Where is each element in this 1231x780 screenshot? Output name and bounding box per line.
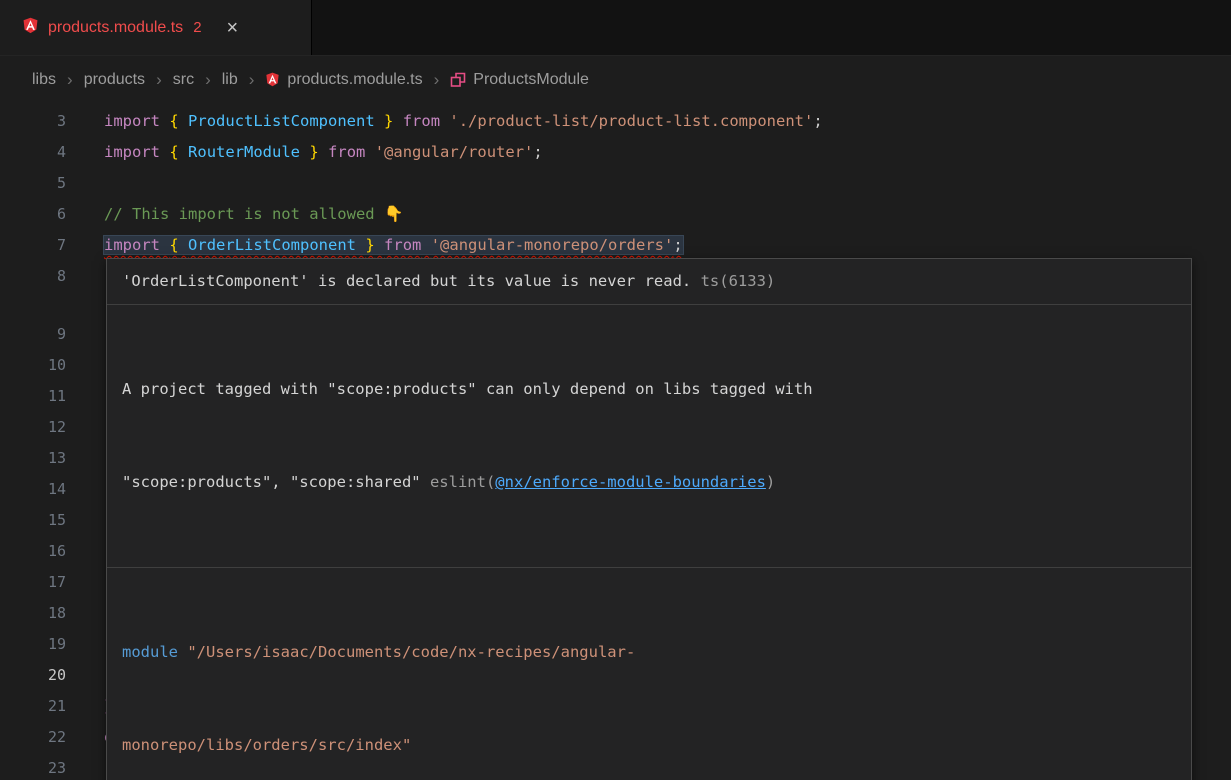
breadcrumb-item-lib[interactable]: lib bbox=[222, 71, 238, 89]
breadcrumb-label: products.module.ts bbox=[287, 71, 422, 89]
module-path-line2: monorepo/libs/orders/src/index" bbox=[122, 730, 1176, 761]
angular-icon bbox=[265, 72, 280, 87]
breadcrumb-separator: › bbox=[156, 70, 162, 90]
line-number-9[interactable]: 9 bbox=[0, 319, 66, 350]
eslint-rule-link[interactable]: @nx/enforce-module-boundaries bbox=[495, 473, 766, 491]
module-path-line1: module "/Users/isaac/Documents/code/nx-r… bbox=[122, 637, 1176, 668]
close-icon[interactable]: × bbox=[227, 18, 239, 38]
code-line-3[interactable]: 3 import { ProductListComponent } from '.… bbox=[0, 106, 1231, 137]
hover-ts-diagnostic: 'OrderListComponent' is declared but its… bbox=[107, 259, 1191, 305]
line-number-14[interactable]: 14 bbox=[0, 474, 66, 505]
line-number-10[interactable]: 10 bbox=[0, 350, 66, 381]
code-line-6[interactable]: 6 // This import is not allowed 👇 bbox=[0, 199, 1231, 230]
hover-popup: 'OrderListComponent' is declared but its… bbox=[106, 258, 1192, 780]
line-number-3[interactable]: 3 bbox=[0, 106, 66, 137]
breadcrumb-item-libs[interactable]: libs bbox=[32, 71, 56, 89]
breadcrumb-separator: › bbox=[434, 70, 440, 90]
error-highlighted-statement: import { OrderListComponent } from '@ang… bbox=[104, 236, 683, 254]
line-number-13[interactable]: 13 bbox=[0, 443, 66, 474]
line-content: import { OrderListComponent } from '@ang… bbox=[104, 230, 683, 261]
line-number-23[interactable]: 23 bbox=[0, 753, 66, 780]
ts-diagnostic-message: 'OrderListComponent' is declared but its… bbox=[122, 272, 691, 290]
code-line-5[interactable]: 5 bbox=[0, 168, 1231, 199]
line-number-22[interactable]: 22 bbox=[0, 722, 66, 753]
breadcrumb-label: products bbox=[84, 71, 145, 89]
breadcrumb-label: src bbox=[173, 71, 194, 89]
line-number-21[interactable]: 21 bbox=[0, 691, 66, 722]
breadcrumb-label: lib bbox=[222, 71, 238, 89]
line-number-16[interactable]: 16 bbox=[0, 536, 66, 567]
line-number-18[interactable]: 18 bbox=[0, 598, 66, 629]
line-number-7[interactable]: 7 bbox=[0, 230, 66, 261]
breadcrumb-separator: › bbox=[67, 70, 73, 90]
line-number-4[interactable]: 4 bbox=[0, 137, 66, 168]
breadcrumb-item-products-module-ts[interactable]: products.module.ts bbox=[265, 71, 422, 89]
line-number-6[interactable]: 6 bbox=[0, 199, 66, 230]
breadcrumb-label: libs bbox=[32, 71, 56, 89]
breadcrumb: libs › products › src › lib › products.module.t… bbox=[0, 56, 1231, 103]
tab-title: products.module.ts bbox=[48, 19, 183, 37]
code-line-7[interactable]: 7 import { OrderListComponent } from '@an… bbox=[0, 230, 1231, 261]
eslint-message-line2: "scope:products", "scope:shared" eslint(… bbox=[122, 467, 1176, 498]
angular-icon bbox=[22, 17, 39, 39]
line-number-11[interactable]: 11 bbox=[0, 381, 66, 412]
tab-products-module-ts[interactable]: products.module.ts 2 × bbox=[0, 0, 312, 55]
line-content: // This import is not allowed 👇 bbox=[104, 199, 403, 230]
line-number-15[interactable]: 15 bbox=[0, 505, 66, 536]
tab-problem-count: 2 bbox=[193, 19, 201, 36]
symbol-class-icon bbox=[450, 72, 466, 88]
breadcrumb-item-src[interactable]: src bbox=[173, 71, 194, 89]
code-line-4[interactable]: 4 import { RouterModule } from '@angular/… bbox=[0, 137, 1231, 168]
line-number-5[interactable]: 5 bbox=[0, 168, 66, 199]
line-number-17[interactable]: 17 bbox=[0, 567, 66, 598]
line-number-12[interactable]: 12 bbox=[0, 412, 66, 443]
vscode-window: products.module.ts 2 × libs › products › src… bbox=[0, 0, 1231, 780]
breadcrumb-separator: › bbox=[205, 70, 211, 90]
ts-diagnostic-source: ts(6133) bbox=[701, 272, 776, 290]
line-number-8[interactable]: 8 bbox=[0, 261, 66, 292]
hover-eslint-diagnostic: A project tagged with "scope:products" c… bbox=[107, 305, 1191, 568]
breadcrumb-item-products[interactable]: products bbox=[84, 71, 145, 89]
line-content: import { RouterModule } from '@angular/r… bbox=[104, 137, 543, 168]
breadcrumb-separator: › bbox=[249, 70, 255, 90]
breadcrumb-label: ProductsModule bbox=[473, 71, 589, 89]
line-number-20[interactable]: 20 bbox=[0, 660, 66, 691]
line-number-19[interactable]: 19 bbox=[0, 629, 66, 660]
hover-module-path: module "/Users/isaac/Documents/code/nx-r… bbox=[107, 568, 1191, 780]
eslint-message-line1: A project tagged with "scope:products" c… bbox=[122, 374, 1176, 405]
editor: 3 import { ProductListComponent } from '.… bbox=[0, 103, 1231, 780]
tab-bar: products.module.ts 2 × bbox=[0, 0, 1231, 56]
breadcrumb-item-productsmodule[interactable]: ProductsModule bbox=[450, 71, 589, 89]
line-content: import { ProductListComponent } from './… bbox=[104, 106, 823, 137]
